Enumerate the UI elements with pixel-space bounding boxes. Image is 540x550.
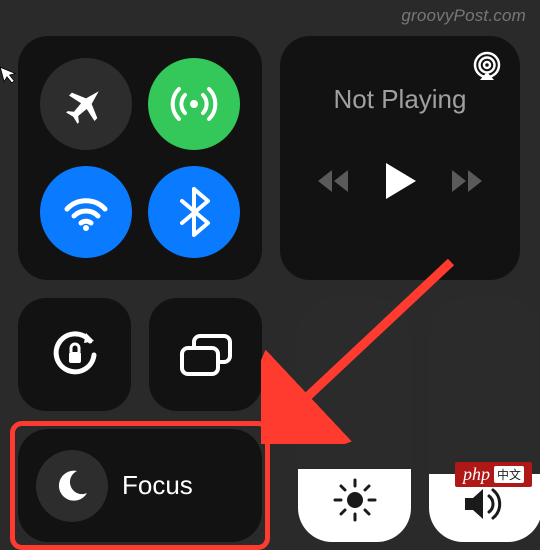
play-button[interactable]	[380, 159, 420, 208]
cellular-icon	[167, 77, 221, 131]
focus-icon-container	[36, 450, 108, 522]
airplane-icon	[62, 80, 110, 128]
wifi-toggle[interactable]	[40, 166, 132, 258]
volume-icon	[461, 484, 511, 524]
cellular-data-toggle[interactable]	[148, 58, 240, 150]
focus-button[interactable]: Focus	[18, 429, 262, 542]
control-center: Not Playing	[18, 36, 520, 509]
volume-slider[interactable]	[429, 298, 540, 542]
orientation-lock-icon	[46, 326, 104, 384]
bluetooth-toggle[interactable]	[148, 166, 240, 258]
moon-icon	[53, 467, 91, 505]
airplay-icon	[470, 50, 504, 84]
php-watermark: php中文	[455, 462, 532, 487]
media-panel: Not Playing	[280, 36, 520, 280]
airplane-mode-toggle[interactable]	[40, 58, 132, 150]
brightness-icon	[331, 476, 379, 524]
next-track-button[interactable]	[444, 166, 486, 201]
media-status-text: Not Playing	[334, 84, 467, 115]
airplay-button[interactable]	[470, 50, 504, 89]
focus-label: Focus	[122, 470, 193, 501]
watermark-text: groovyPost.com	[401, 6, 526, 26]
connectivity-panel	[18, 36, 262, 280]
orientation-lock-button[interactable]	[18, 298, 131, 411]
rewind-icon	[314, 166, 356, 196]
screen-mirroring-icon	[178, 332, 234, 378]
wifi-icon	[59, 185, 113, 239]
bluetooth-icon	[172, 185, 216, 239]
focus-highlight-annotation: Focus	[18, 429, 262, 542]
brightness-slider[interactable]	[298, 298, 411, 542]
previous-track-button[interactable]	[314, 166, 356, 201]
forward-icon	[444, 166, 486, 196]
play-icon	[380, 159, 420, 203]
screen-mirroring-button[interactable]	[149, 298, 262, 411]
